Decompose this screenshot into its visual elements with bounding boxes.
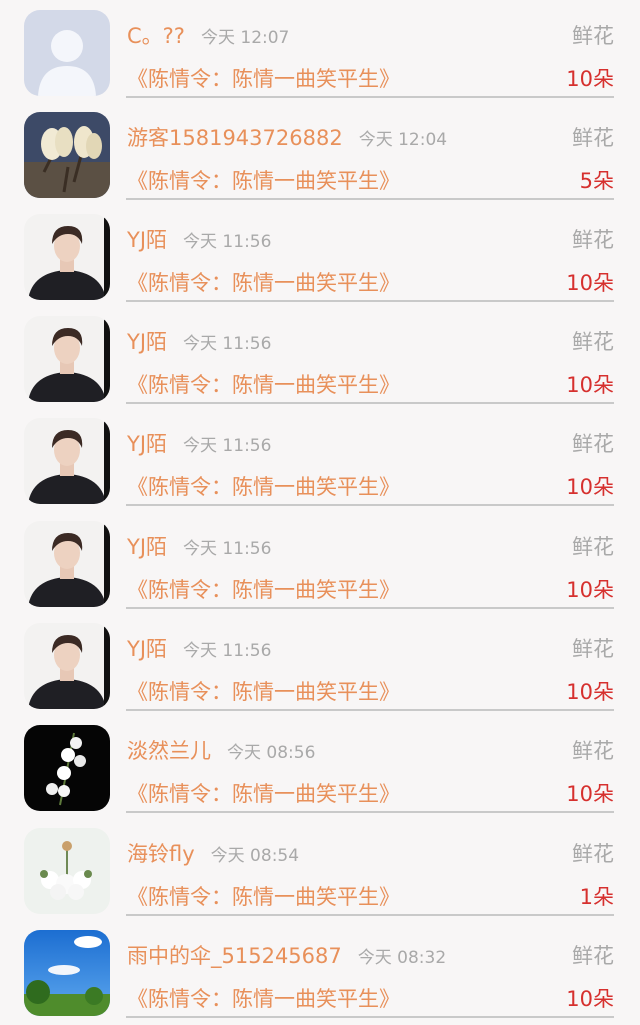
- gift-record-list: C。?? 今天 12:07 鲜花 《陈情令：陈情一曲笑平生》 10朵 游客1581…: [0, 0, 640, 1025]
- divider: [126, 811, 614, 813]
- gift-type: 鲜花: [572, 637, 614, 661]
- timestamp: 今天 08:54: [210, 846, 300, 866]
- username[interactable]: YJ陌: [127, 228, 167, 252]
- username[interactable]: 游客1581943726882: [127, 126, 343, 150]
- avatar[interactable]: [24, 316, 110, 402]
- gift-count: 10朵: [566, 373, 614, 397]
- book-title-link[interactable]: 《陈情令：陈情一曲笑平生》: [127, 165, 400, 195]
- gift-count: 10朵: [566, 67, 614, 91]
- timestamp: 今天 11:56: [183, 232, 272, 252]
- gift-count: 5朵: [579, 169, 614, 193]
- divider: [126, 607, 614, 609]
- book-title-link[interactable]: 《陈情令：陈情一曲笑平生》: [127, 574, 400, 604]
- avatar[interactable]: [24, 214, 110, 300]
- white-flower-bouquet-photo-icon: [24, 828, 110, 914]
- book-title-link[interactable]: 《陈情令：陈情一曲笑平生》: [127, 63, 400, 93]
- list-item[interactable]: 淡然兰儿 今天 08:56 鲜花 《陈情令：陈情一曲笑平生》 10朵: [0, 715, 640, 817]
- gift-type: 鲜花: [572, 228, 614, 252]
- username[interactable]: 海铃fly: [127, 842, 195, 866]
- book-title-link[interactable]: 《陈情令：陈情一曲笑平生》: [127, 881, 400, 911]
- gift-type: 鲜花: [572, 842, 614, 866]
- gift-count: 10朵: [566, 680, 614, 704]
- divider: [126, 504, 614, 506]
- divider: [126, 96, 614, 98]
- gift-count: 10朵: [566, 271, 614, 295]
- timestamp: 今天 12:07: [200, 28, 290, 48]
- gift-count: 1朵: [579, 885, 614, 909]
- avatar[interactable]: [24, 112, 110, 198]
- gift-type: 鲜花: [572, 24, 614, 48]
- timestamp: 今天 11:56: [183, 539, 272, 559]
- gift-count: 10朵: [566, 578, 614, 602]
- avatar[interactable]: [24, 10, 110, 96]
- divider: [126, 914, 614, 916]
- timestamp: 今天 11:56: [183, 436, 272, 456]
- book-title-link[interactable]: 《陈情令：陈情一曲笑平生》: [127, 267, 400, 297]
- gift-type: 鲜花: [572, 535, 614, 559]
- avatar[interactable]: [24, 418, 110, 504]
- man-portrait-photo-icon: [24, 316, 110, 402]
- lily-of-the-valley-photo-icon: [24, 725, 110, 811]
- man-portrait-photo-icon: [24, 623, 110, 709]
- username[interactable]: 雨中的伞_515245687: [127, 944, 342, 968]
- sky-landscape-photo-icon: [24, 930, 110, 1016]
- divider: [126, 300, 614, 302]
- username[interactable]: YJ陌: [127, 432, 167, 456]
- man-portrait-photo-icon: [24, 418, 110, 504]
- username[interactable]: YJ陌: [127, 535, 167, 559]
- list-item[interactable]: 雨中的伞_515245687 今天 08:32 鲜花 《陈情令：陈情一曲笑平生》 …: [0, 920, 640, 1022]
- username[interactable]: YJ陌: [127, 637, 167, 661]
- man-portrait-photo-icon: [24, 214, 110, 300]
- book-title-link[interactable]: 《陈情令：陈情一曲笑平生》: [127, 983, 400, 1013]
- book-title-link[interactable]: 《陈情令：陈情一曲笑平生》: [127, 778, 400, 808]
- list-item[interactable]: C。?? 今天 12:07 鲜花 《陈情令：陈情一曲笑平生》 10朵: [0, 0, 640, 102]
- divider: [126, 402, 614, 404]
- username[interactable]: C。??: [127, 24, 185, 48]
- divider: [126, 709, 614, 711]
- username[interactable]: 淡然兰儿: [127, 739, 211, 763]
- gift-type: 鲜花: [572, 944, 614, 968]
- list-item[interactable]: YJ陌 今天 11:56 鲜花 《陈情令：陈情一曲笑平生》 10朵: [0, 408, 640, 510]
- divider: [126, 198, 614, 200]
- avatar[interactable]: [24, 930, 110, 1016]
- list-item[interactable]: 海铃fly 今天 08:54 鲜花 《陈情令：陈情一曲笑平生》 1朵: [0, 818, 640, 920]
- timestamp: 今天 08:56: [227, 743, 316, 763]
- avatar[interactable]: [24, 725, 110, 811]
- gift-count: 10朵: [566, 782, 614, 806]
- timestamp: 今天 08:32: [357, 948, 447, 968]
- divider: [126, 1016, 614, 1018]
- username[interactable]: YJ陌: [127, 330, 167, 354]
- gift-type: 鲜花: [572, 432, 614, 456]
- timestamp: 今天 11:56: [183, 334, 272, 354]
- gift-type: 鲜花: [572, 126, 614, 150]
- book-title-link[interactable]: 《陈情令：陈情一曲笑平生》: [127, 471, 400, 501]
- list-item[interactable]: YJ陌 今天 11:56 鲜花 《陈情令：陈情一曲笑平生》 10朵: [0, 613, 640, 715]
- avatar[interactable]: [24, 828, 110, 914]
- avatar[interactable]: [24, 521, 110, 607]
- list-item[interactable]: YJ陌 今天 11:56 鲜花 《陈情令：陈情一曲笑平生》 10朵: [0, 306, 640, 408]
- gift-count: 10朵: [566, 475, 614, 499]
- list-item[interactable]: 游客1581943726882 今天 12:04 鲜花 《陈情令：陈情一曲笑平生》…: [0, 102, 640, 204]
- list-item[interactable]: YJ陌 今天 11:56 鲜花 《陈情令：陈情一曲笑平生》 10朵: [0, 511, 640, 613]
- timestamp: 今天 12:04: [358, 130, 448, 150]
- gift-count: 10朵: [566, 987, 614, 1011]
- list-item[interactable]: YJ陌 今天 11:56 鲜花 《陈情令：陈情一曲笑平生》 10朵: [0, 204, 640, 306]
- book-title-link[interactable]: 《陈情令：陈情一曲笑平生》: [127, 369, 400, 399]
- gift-type: 鲜花: [572, 739, 614, 763]
- book-title-link[interactable]: 《陈情令：陈情一曲笑平生》: [127, 676, 400, 706]
- magnolia-flower-photo-icon: [24, 112, 110, 198]
- avatar[interactable]: [24, 623, 110, 709]
- default-person-icon: [24, 10, 110, 96]
- man-portrait-photo-icon: [24, 521, 110, 607]
- gift-type: 鲜花: [572, 330, 614, 354]
- timestamp: 今天 11:56: [183, 641, 272, 661]
